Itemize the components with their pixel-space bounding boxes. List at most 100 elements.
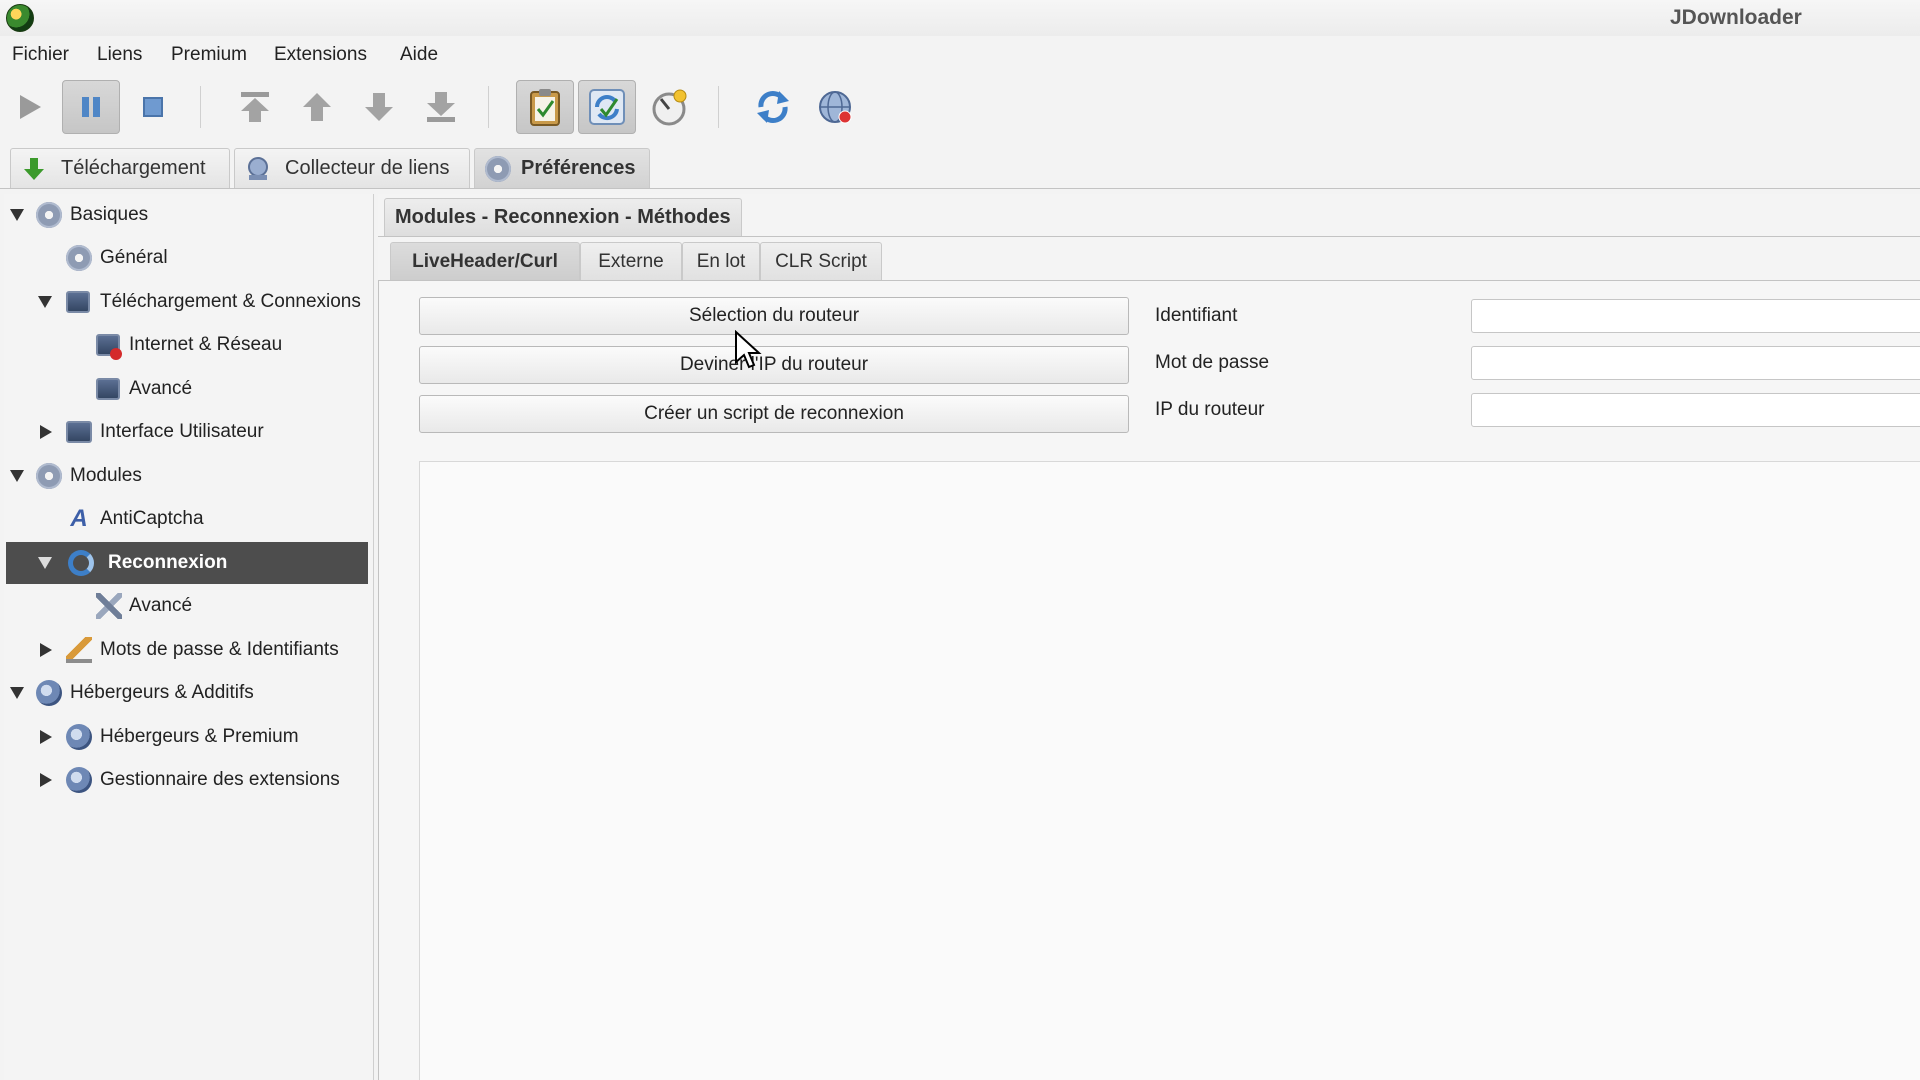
speed-limit-button[interactable] [640, 80, 698, 134]
play-button[interactable] [0, 80, 58, 134]
tree-item-label: Gestionnaire des extensions [100, 769, 340, 790]
password-icon [66, 637, 92, 663]
collapse-arrow-icon[interactable] [40, 730, 52, 744]
tree-item-reconnexion[interactable]: Reconnexion [6, 542, 368, 584]
gear-icon [36, 463, 62, 489]
tree-item-mots-de-passe[interactable]: Mots de passe & Identifiants [4, 629, 370, 671]
move-up-button[interactable] [288, 80, 346, 134]
tree-item-label: Général [100, 247, 168, 268]
expand-arrow-icon[interactable] [38, 557, 52, 569]
tab-externe[interactable]: Externe [580, 242, 682, 280]
username-input[interactable] [1471, 299, 1920, 333]
move-up-icon [303, 93, 331, 121]
tree-item-gestionnaire-extensions[interactable]: Gestionnaire des extensions [4, 759, 370, 801]
tab-collecteur-de-liens[interactable]: Collecteur de liens [234, 148, 470, 188]
collapse-arrow-icon[interactable] [40, 425, 52, 439]
tab-preferences[interactable]: Préférences [474, 148, 650, 188]
menu-fichier[interactable]: Fichier [12, 44, 69, 66]
collapse-arrow-icon[interactable] [40, 773, 52, 787]
tree-item-general[interactable]: Général [4, 237, 370, 279]
toolbar-separator [488, 86, 489, 128]
password-input[interactable] [1471, 346, 1920, 380]
router-ip-input[interactable] [1471, 393, 1920, 427]
update-icon [819, 91, 852, 124]
reconnect-icon [68, 550, 94, 576]
move-bottom-button[interactable] [412, 80, 470, 134]
tree-item-anticaptcha[interactable]: A AntiCaptcha [4, 498, 370, 540]
move-down-button[interactable] [350, 80, 408, 134]
stop-icon [143, 97, 163, 117]
tab-preferences-label: Préférences [521, 157, 636, 179]
tree-item-label: Mots de passe & Identifiants [100, 639, 339, 660]
menu-liens[interactable]: Liens [97, 44, 142, 66]
jdownloader-logo-icon [6, 4, 34, 32]
update-button[interactable] [806, 80, 864, 134]
toolbar-separator [718, 86, 719, 128]
tree-item-label: Avancé [129, 378, 193, 399]
username-label: Identifiant [1155, 305, 1238, 326]
tree-item-label: Internet & Réseau [129, 334, 283, 355]
tree-item-basiques[interactable]: Basiques [4, 194, 370, 236]
guess-router-ip-button[interactable]: Deviner l'IP du routeur [419, 346, 1129, 384]
tree-item-avance-reconnexion[interactable]: Avancé [4, 585, 370, 627]
tree-item-label: Avancé [129, 595, 193, 616]
tab-en-lot[interactable]: En lot [682, 242, 760, 280]
menu-premium[interactable]: Premium [171, 44, 247, 66]
reconnect-button[interactable] [744, 80, 802, 134]
select-router-button[interactable]: Sélection du routeur [419, 297, 1129, 335]
tree-item-interface-utilisateur[interactable]: Interface Utilisateur [4, 411, 370, 453]
tree-item-label: Basiques [70, 204, 149, 225]
section-title: Modules - Reconnexion - Méthodes [384, 198, 742, 236]
expand-arrow-icon[interactable] [10, 687, 24, 699]
pause-button[interactable] [62, 80, 120, 134]
move-top-button[interactable] [226, 80, 284, 134]
section-divider [378, 236, 1920, 237]
tools-icon [96, 593, 122, 619]
tree-item-avance-connexions[interactable]: Avancé [4, 368, 370, 410]
toolbar [0, 78, 1920, 138]
tab-telechargement-label: Téléchargement [61, 157, 206, 179]
window-title: JDownloader [1670, 6, 1802, 29]
download-arrow-icon [24, 157, 44, 180]
menu-extensions[interactable]: Extensions [274, 44, 367, 66]
auto-reconnect-icon [589, 89, 625, 125]
liveheader-panel: Sélection du routeur Deviner l'IP du rou… [378, 280, 1920, 1080]
gear-icon [36, 202, 62, 228]
tab-telechargement[interactable]: Téléchargement [10, 148, 230, 188]
reconnect-script-editor[interactable] [419, 461, 1920, 1080]
move-top-icon [241, 92, 269, 122]
globe-icon [36, 680, 62, 706]
tree-item-hebergeurs-premium[interactable]: Hébergeurs & Premium [4, 716, 370, 758]
tab-clr-script[interactable]: CLR Script [760, 242, 882, 280]
auto-reconnect-button[interactable] [578, 80, 636, 134]
tree-item-label: AntiCaptcha [100, 508, 204, 529]
expand-arrow-icon[interactable] [10, 209, 24, 221]
network-icon [66, 291, 90, 313]
stop-button[interactable] [124, 80, 182, 134]
globe-icon [66, 724, 92, 750]
expand-arrow-icon[interactable] [10, 470, 24, 482]
tab-divider [0, 188, 1920, 189]
clipboard-observer-button[interactable] [516, 80, 574, 134]
monitor-icon [66, 421, 92, 443]
collapse-arrow-icon[interactable] [40, 643, 52, 657]
title-bar: JDownloader [0, 0, 1920, 36]
speed-limit-icon [652, 89, 687, 126]
pause-icon [82, 97, 100, 117]
expand-arrow-icon[interactable] [38, 296, 52, 308]
clipboard-icon [530, 89, 560, 126]
gear-icon [66, 245, 92, 271]
tree-item-telechargement-connexions[interactable]: Téléchargement & Connexions [4, 281, 370, 323]
menu-aide[interactable]: Aide [400, 44, 438, 66]
preferences-tree: Basiques Général Téléchargement & Connex… [4, 194, 374, 1080]
preferences-content: Modules - Reconnexion - Méthodes LiveHea… [378, 194, 1920, 1080]
move-bottom-icon [427, 92, 455, 122]
password-label: Mot de passe [1155, 352, 1270, 373]
tree-item-internet-reseau[interactable]: Internet & Réseau [4, 324, 370, 366]
create-reconnect-script-button[interactable]: Créer un script de reconnexion [419, 395, 1129, 433]
link-collector-icon [248, 156, 268, 180]
tree-item-hebergeurs-additifs[interactable]: Hébergeurs & Additifs [4, 672, 370, 714]
menu-bar: Fichier Liens Premium Extensions Aide [0, 40, 1920, 72]
tab-liveheader-curl[interactable]: LiveHeader/Curl [390, 242, 580, 280]
tree-item-modules[interactable]: Modules [4, 455, 370, 497]
